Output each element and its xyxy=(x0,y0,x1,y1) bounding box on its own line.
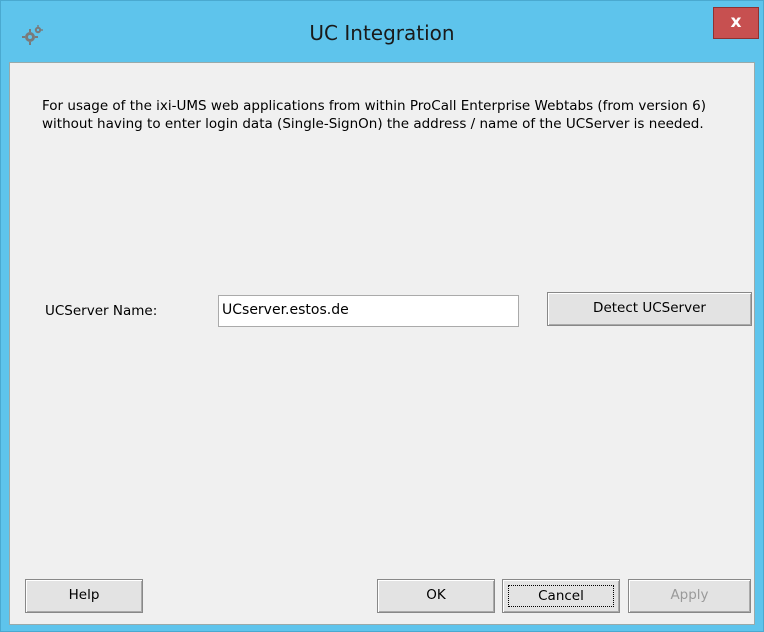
title-bar[interactable]: UC Integration x xyxy=(1,1,763,61)
help-button[interactable]: Help xyxy=(25,579,143,613)
server-name-label: UCServer Name: xyxy=(45,303,158,319)
description-text: For usage of the ixi-UMS web application… xyxy=(42,98,706,132)
close-button[interactable]: x xyxy=(713,7,759,39)
apply-button[interactable]: Apply xyxy=(628,579,751,613)
server-name-input[interactable]: UCserver.estos.de xyxy=(218,295,519,327)
cancel-button[interactable]: Cancel xyxy=(502,579,620,613)
ok-button[interactable]: OK xyxy=(377,579,495,613)
dialog-window: UC Integration x For usage of the ixi-UM… xyxy=(0,0,764,632)
detect-ucserver-button[interactable]: Detect UCServer xyxy=(547,292,752,326)
dialog-body: For usage of the ixi-UMS web application… xyxy=(9,62,755,625)
cancel-button-label: Cancel xyxy=(508,585,614,607)
window-title: UC Integration xyxy=(309,21,455,45)
